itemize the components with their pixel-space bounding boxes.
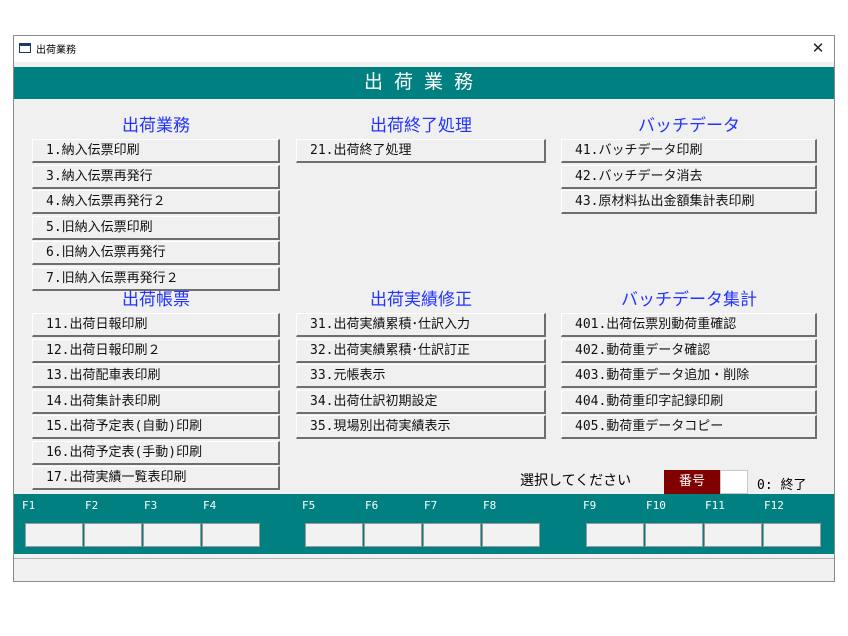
fkey-label-f7: F7 [424,499,438,512]
menu-button-batch-data-2[interactable]: 42.バッチデータ消去 [561,164,817,189]
fkey-label-f5: F5 [302,499,316,512]
group-title-shipping-results-edit: 出荷実績修正 [370,290,472,310]
menu-button-shipping-results-edit-3[interactable]: 33.元帳表示 [296,364,546,388]
fkey-label-f9: F9 [583,499,597,512]
menu-button-shipping-reports-2[interactable]: 12.出荷日報印刷２ [32,338,280,363]
menu-button-shipping-tasks-3[interactable]: 4.納入伝票再発行２ [32,190,280,214]
fkey-button-f7[interactable] [423,523,481,547]
menu-button-shipping-reports-5[interactable]: 15.出荷予定表(自動)印刷 [32,415,280,439]
menu-button-shipping-reports-7[interactable]: 17.出荷実績一覧表印刷 [32,466,280,490]
menu-button-shipping-results-edit-4[interactable]: 34.出荷仕訳初期設定 [296,389,546,414]
exit-hint: 0: 終了 [757,478,807,493]
menu-button-shipping-reports-6[interactable]: 16.出荷予定表(手動)印刷 [32,440,280,465]
fkey-button-f9[interactable] [586,523,644,547]
fkey-button-f5[interactable] [305,523,363,547]
selection-prompt: 選択してください [520,473,632,489]
fkey-label-f11: F11 [705,499,725,512]
main-window: 出荷業務 ✕ 出荷業務 出荷業務 1.納入伝票印刷 3.納入伝票再発行 4.納入伝票再… [13,35,835,582]
menu-button-shipping-tasks-6[interactable]: 7.旧納入伝票再発行２ [32,266,280,291]
menu-button-shipping-reports-3[interactable]: 13.出荷配車表印刷 [32,364,280,388]
menu-button-shipping-close-1[interactable]: 21.出荷終了処理 [296,139,546,163]
fkey-button-f10[interactable] [645,523,703,547]
menu-button-batch-data-summary-5[interactable]: 405.動荷重データコピー [561,415,817,439]
menu-button-shipping-tasks-4[interactable]: 5.旧納入伝票印刷 [32,215,280,240]
group-title-batch-data-summary: バッチデータ集計 [621,290,757,310]
menu-button-batch-data-summary-4[interactable]: 404.動荷重印字記録印刷 [561,389,817,414]
menu-button-shipping-results-edit-2[interactable]: 32.出荷実績累積･仕訳訂正 [296,338,546,363]
menu-button-shipping-results-edit-1[interactable]: 31.出荷実績累積･仕訳入力 [296,313,546,337]
menu-button-shipping-tasks-5[interactable]: 6.旧納入伝票再発行 [32,241,280,265]
fkey-label-f10: F10 [646,499,666,512]
menu-button-batch-data-summary-2[interactable]: 402.動荷重データ確認 [561,338,817,363]
window-title: 出荷業務 [36,45,76,56]
menu-button-shipping-reports-4[interactable]: 14.出荷集計表印刷 [32,389,280,414]
fkey-label-f2: F2 [85,499,99,512]
fkey-button-f12[interactable] [763,523,821,547]
close-icon: ✕ [811,39,825,57]
function-key-bar: F1 F2 F3 F4 F5 F6 F7 F8 F9 F10 F11 F12 [14,494,834,554]
fkey-label-f4: F4 [203,499,217,512]
title-bar: 出荷業務 ✕ [14,36,834,62]
group-title-batch-data: バッチデータ [638,116,740,136]
menu-button-batch-data-summary-3[interactable]: 403.動荷重データ追加・削除 [561,364,817,388]
fkey-label-f3: F3 [144,499,158,512]
fkey-button-f4[interactable] [202,523,260,547]
fkey-label-f1: F1 [22,499,36,512]
group-title-shipping-tasks: 出荷業務 [122,116,190,136]
menu-button-batch-data-3[interactable]: 43.原材料払出金額集計表印刷 [561,190,817,214]
menu-button-shipping-reports-1[interactable]: 11.出荷日報印刷 [32,313,280,337]
status-bar [14,558,834,581]
group-title-shipping-reports: 出荷帳票 [122,290,190,310]
close-button[interactable]: ✕ [808,38,828,58]
menu-button-shipping-tasks-1[interactable]: 1.納入伝票印刷 [32,139,280,163]
fkey-button-f2[interactable] [84,523,142,547]
menu-button-batch-data-1[interactable]: 41.バッチデータ印刷 [561,139,817,163]
app-icon [19,43,31,53]
number-label: 番号 [664,470,720,494]
fkey-button-f11[interactable] [704,523,762,547]
fkey-label-f12: F12 [764,499,784,512]
fkey-button-f1[interactable] [25,523,83,547]
number-input[interactable] [720,470,748,494]
fkey-label-f6: F6 [365,499,379,512]
fkey-button-f6[interactable] [364,523,422,547]
menu-button-shipping-results-edit-5[interactable]: 35.現場別出荷実績表示 [296,415,546,439]
page-banner: 出荷業務 [14,67,834,99]
fkey-button-f3[interactable] [143,523,201,547]
menu-button-batch-data-summary-1[interactable]: 401.出荷伝票別動荷重確認 [561,313,817,337]
group-title-shipping-close: 出荷終了処理 [370,116,472,136]
menu-button-shipping-tasks-2[interactable]: 3.納入伝票再発行 [32,164,280,189]
fkey-label-f8: F8 [483,499,497,512]
fkey-button-f8[interactable] [482,523,540,547]
